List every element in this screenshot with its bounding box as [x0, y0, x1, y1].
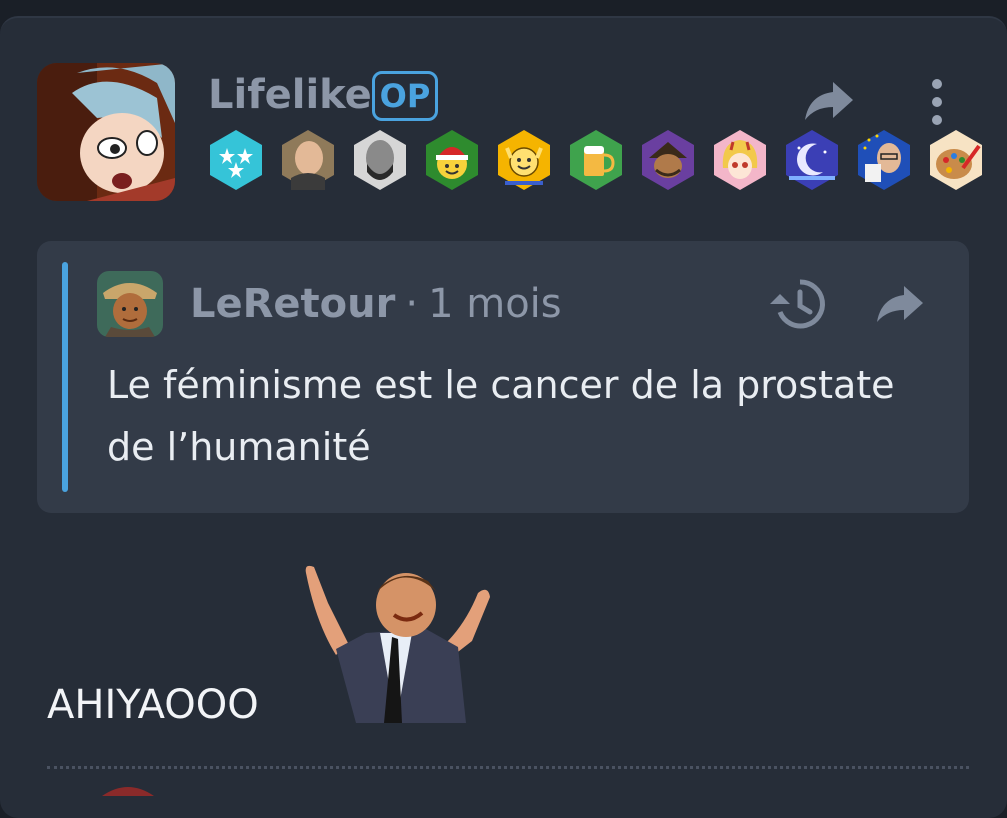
author-username[interactable]: Lifelike — [208, 70, 372, 120]
quote-accent-bar — [62, 262, 68, 492]
hands-up-smiley-badge-icon[interactable] — [495, 128, 553, 192]
quote-timestamp: 1 mois — [428, 281, 562, 327]
history-icon[interactable] — [768, 276, 828, 332]
post-divider — [47, 766, 969, 769]
quote-author-name[interactable]: LeRetour — [190, 281, 395, 327]
bald-man-badge-icon[interactable] — [279, 128, 337, 192]
celebrating-man-sticker — [305, 565, 490, 723]
op-badge: OP — [372, 71, 438, 121]
quote-author-avatar[interactable] — [97, 271, 163, 337]
quote-text: Le féminisme est le cancer de la prostat… — [107, 363, 895, 469]
user-badges — [207, 128, 985, 192]
author-avatar[interactable] — [37, 63, 175, 201]
quote-header: LeRetour · 1 mois — [190, 278, 562, 330]
wizard-badge-icon[interactable] — [639, 128, 697, 192]
quote-separator: · — [405, 281, 419, 327]
more-options-icon[interactable] — [926, 78, 948, 126]
moon-badge-icon[interactable] — [783, 128, 841, 192]
post-body-text: AHIYAOOO — [47, 682, 259, 728]
next-post-avatar[interactable] — [98, 782, 158, 796]
stars-badge-icon[interactable] — [207, 128, 265, 192]
anime-girl-badge-icon[interactable] — [711, 128, 769, 192]
beer-badge-icon[interactable] — [567, 128, 625, 192]
bearded-man-badge-icon[interactable] — [351, 128, 409, 192]
eu-man-badge-icon[interactable] — [855, 128, 913, 192]
share-quote-icon[interactable] — [875, 284, 925, 324]
share-icon[interactable] — [803, 80, 855, 122]
santa-smiley-badge-icon[interactable] — [423, 128, 481, 192]
palette-badge-icon[interactable] — [927, 128, 985, 192]
